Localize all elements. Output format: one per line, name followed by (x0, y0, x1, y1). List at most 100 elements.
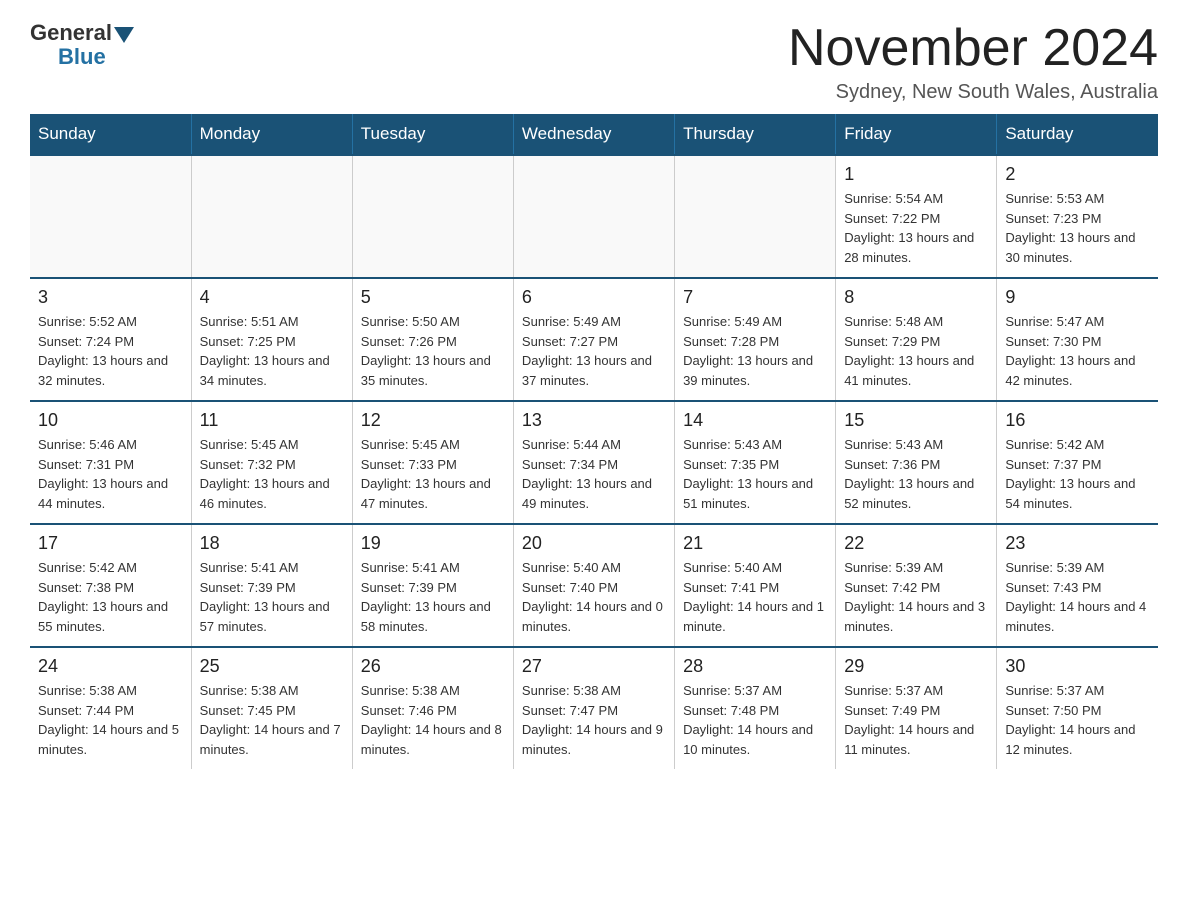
calendar-day-cell: 6 Sunrise: 5:49 AM Sunset: 7:27 PM Daylig… (513, 278, 674, 401)
day-info: Sunrise: 5:43 AM Sunset: 7:36 PM Dayligh… (844, 435, 988, 513)
calendar-week-row: 3Sunrise: 5:52 AM Sunset: 7:24 PM Daylig… (30, 278, 1158, 401)
calendar-day-cell (352, 155, 513, 278)
day-info: Sunrise: 5:51 AM Sunset: 7:25 PM Dayligh… (200, 312, 344, 390)
day-info: Sunrise: 5:38 AM Sunset: 7:47 PM Dayligh… (522, 681, 666, 759)
calendar-day-cell: 14 Sunrise: 5:43 AM Sunset: 7:35 PM Dayli… (675, 401, 836, 524)
logo-general-text: General (30, 20, 112, 46)
day-info: Sunrise: 5:39 AM Sunset: 7:43 PM Dayligh… (1005, 558, 1150, 636)
calendar-day-cell: 24 Sunrise: 5:38 AM Sunset: 7:44 PM Dayli… (30, 647, 191, 769)
day-number: 29 (844, 656, 988, 677)
day-info: Sunrise: 5:38 AM Sunset: 7:46 PM Dayligh… (361, 681, 505, 759)
calendar-day-cell (675, 155, 836, 278)
day-info: Sunrise: 5:50 AM Sunset: 7:26 PM Dayligh… (361, 312, 505, 390)
logo-blue-text: Blue (58, 44, 106, 70)
day-number: 14 (683, 410, 827, 431)
day-number: 6 (522, 287, 666, 308)
calendar-day-cell: 13 Sunrise: 5:44 AM Sunset: 7:34 PM Dayli… (513, 401, 674, 524)
day-info: Sunrise: 5:52 AM Sunset: 7:24 PM Dayligh… (38, 312, 183, 390)
day-number: 16 (1005, 410, 1150, 431)
day-number: 9 (1005, 287, 1150, 308)
calendar-day-cell: 21 Sunrise: 5:40 AM Sunset: 7:41 PM Dayli… (675, 524, 836, 647)
logo-arrow-icon (114, 27, 134, 43)
day-number: 22 (844, 533, 988, 554)
day-number: 25 (200, 656, 344, 677)
day-info: Sunrise: 5:40 AM Sunset: 7:40 PM Dayligh… (522, 558, 666, 636)
calendar-day-cell: 9 Sunrise: 5:47 AM Sunset: 7:30 PM Daylig… (997, 278, 1158, 401)
day-of-week-header: Tuesday (352, 114, 513, 155)
day-number: 24 (38, 656, 183, 677)
calendar-day-cell (191, 155, 352, 278)
calendar-day-cell: 27 Sunrise: 5:38 AM Sunset: 7:47 PM Dayli… (513, 647, 674, 769)
calendar-week-row: 17Sunrise: 5:42 AM Sunset: 7:38 PM Dayli… (30, 524, 1158, 647)
calendar-week-row: 24 Sunrise: 5:38 AM Sunset: 7:44 PM Dayli… (30, 647, 1158, 769)
calendar-day-cell: 16Sunrise: 5:42 AM Sunset: 7:37 PM Dayli… (997, 401, 1158, 524)
calendar-day-cell: 26 Sunrise: 5:38 AM Sunset: 7:46 PM Dayli… (352, 647, 513, 769)
day-number: 8 (844, 287, 988, 308)
day-number: 2 (1005, 164, 1150, 185)
day-number: 7 (683, 287, 827, 308)
calendar-day-cell: 10Sunrise: 5:46 AM Sunset: 7:31 PM Dayli… (30, 401, 191, 524)
day-of-week-header: Sunday (30, 114, 191, 155)
title-area: November 2024 Sydney, New South Wales, A… (788, 20, 1158, 104)
day-number: 18 (200, 533, 344, 554)
calendar-day-cell: 15 Sunrise: 5:43 AM Sunset: 7:36 PM Dayli… (836, 401, 997, 524)
day-of-week-header: Wednesday (513, 114, 674, 155)
day-number: 5 (361, 287, 505, 308)
calendar-header-row: SundayMondayTuesdayWednesdayThursdayFrid… (30, 114, 1158, 155)
calendar-day-cell: 30Sunrise: 5:37 AM Sunset: 7:50 PM Dayli… (997, 647, 1158, 769)
day-info: Sunrise: 5:37 AM Sunset: 7:49 PM Dayligh… (844, 681, 988, 759)
day-number: 1 (844, 164, 988, 185)
day-info: Sunrise: 5:38 AM Sunset: 7:44 PM Dayligh… (38, 681, 183, 759)
day-number: 26 (361, 656, 505, 677)
day-of-week-header: Saturday (997, 114, 1158, 155)
calendar-table: SundayMondayTuesdayWednesdayThursdayFrid… (30, 114, 1158, 769)
day-info: Sunrise: 5:41 AM Sunset: 7:39 PM Dayligh… (200, 558, 344, 636)
day-of-week-header: Thursday (675, 114, 836, 155)
day-number: 21 (683, 533, 827, 554)
day-info: Sunrise: 5:40 AM Sunset: 7:41 PM Dayligh… (683, 558, 827, 636)
logo: General Blue (30, 20, 136, 70)
calendar-day-cell: 29 Sunrise: 5:37 AM Sunset: 7:49 PM Dayli… (836, 647, 997, 769)
day-number: 23 (1005, 533, 1150, 554)
day-of-week-header: Friday (836, 114, 997, 155)
day-info: Sunrise: 5:53 AM Sunset: 7:23 PM Dayligh… (1005, 189, 1150, 267)
month-title: November 2024 (788, 20, 1158, 77)
day-info: Sunrise: 5:49 AM Sunset: 7:28 PM Dayligh… (683, 312, 827, 390)
location-subtitle: Sydney, New South Wales, Australia (788, 81, 1158, 104)
day-info: Sunrise: 5:39 AM Sunset: 7:42 PM Dayligh… (844, 558, 988, 636)
day-info: Sunrise: 5:47 AM Sunset: 7:30 PM Dayligh… (1005, 312, 1150, 390)
page-header: General Blue November 2024 Sydney, New S… (30, 20, 1158, 104)
day-info: Sunrise: 5:45 AM Sunset: 7:33 PM Dayligh… (361, 435, 505, 513)
calendar-day-cell: 5 Sunrise: 5:50 AM Sunset: 7:26 PM Daylig… (352, 278, 513, 401)
calendar-day-cell: 22 Sunrise: 5:39 AM Sunset: 7:42 PM Dayli… (836, 524, 997, 647)
calendar-day-cell (30, 155, 191, 278)
day-number: 4 (200, 287, 344, 308)
calendar-day-cell: 18 Sunrise: 5:41 AM Sunset: 7:39 PM Dayli… (191, 524, 352, 647)
calendar-day-cell (513, 155, 674, 278)
day-number: 15 (844, 410, 988, 431)
calendar-day-cell: 20Sunrise: 5:40 AM Sunset: 7:40 PM Dayli… (513, 524, 674, 647)
day-number: 13 (522, 410, 666, 431)
day-info: Sunrise: 5:44 AM Sunset: 7:34 PM Dayligh… (522, 435, 666, 513)
day-info: Sunrise: 5:43 AM Sunset: 7:35 PM Dayligh… (683, 435, 827, 513)
day-number: 12 (361, 410, 505, 431)
day-number: 27 (522, 656, 666, 677)
day-info: Sunrise: 5:54 AM Sunset: 7:22 PM Dayligh… (844, 189, 988, 267)
day-info: Sunrise: 5:37 AM Sunset: 7:50 PM Dayligh… (1005, 681, 1150, 759)
calendar-day-cell: 2 Sunrise: 5:53 AM Sunset: 7:23 PM Daylig… (997, 155, 1158, 278)
day-number: 10 (38, 410, 183, 431)
day-info: Sunrise: 5:45 AM Sunset: 7:32 PM Dayligh… (200, 435, 344, 513)
calendar-day-cell: 4 Sunrise: 5:51 AM Sunset: 7:25 PM Daylig… (191, 278, 352, 401)
day-number: 17 (38, 533, 183, 554)
calendar-day-cell: 23 Sunrise: 5:39 AM Sunset: 7:43 PM Dayli… (997, 524, 1158, 647)
calendar-day-cell: 1 Sunrise: 5:54 AM Sunset: 7:22 PM Daylig… (836, 155, 997, 278)
calendar-week-row: 10Sunrise: 5:46 AM Sunset: 7:31 PM Dayli… (30, 401, 1158, 524)
day-of-week-header: Monday (191, 114, 352, 155)
calendar-day-cell: 3Sunrise: 5:52 AM Sunset: 7:24 PM Daylig… (30, 278, 191, 401)
calendar-day-cell: 12 Sunrise: 5:45 AM Sunset: 7:33 PM Dayli… (352, 401, 513, 524)
day-number: 28 (683, 656, 827, 677)
day-info: Sunrise: 5:49 AM Sunset: 7:27 PM Dayligh… (522, 312, 666, 390)
day-number: 19 (361, 533, 505, 554)
day-info: Sunrise: 5:41 AM Sunset: 7:39 PM Dayligh… (361, 558, 505, 636)
calendar-day-cell: 28Sunrise: 5:37 AM Sunset: 7:48 PM Dayli… (675, 647, 836, 769)
